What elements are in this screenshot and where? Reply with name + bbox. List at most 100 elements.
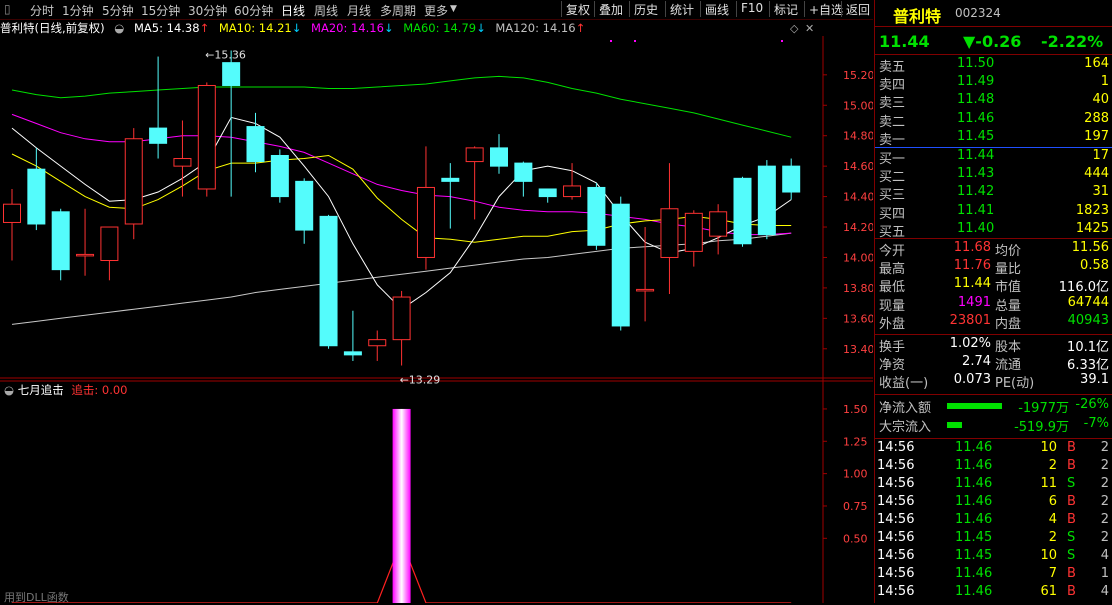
- last-price: 11.44: [879, 32, 930, 51]
- ma120-label: MA120: 14.16: [495, 21, 576, 35]
- kline-chart[interactable]: 15.20 15.00 14.80 14.60 14.40 14.20 14.00 13.80…: [0, 36, 873, 603]
- ma60-line: [11, 75, 792, 138]
- mark-button[interactable]: 标记: [769, 1, 798, 17]
- tick-volume: 61: [1040, 584, 1057, 599]
- stat-value: 64744: [1067, 294, 1109, 310]
- arrow-up-icon: ↑: [575, 21, 586, 35]
- tab-multi-period[interactable]: 多周期: [380, 2, 416, 19]
- candle: [173, 120, 192, 197]
- stat-value: 1491: [957, 294, 991, 310]
- stats-button[interactable]: 统计: [665, 1, 694, 17]
- stat-value: 23801: [949, 312, 991, 328]
- candle: [222, 50, 241, 197]
- candle: [538, 188, 557, 203]
- tick-side: S: [1067, 476, 1076, 491]
- tab-weekly[interactable]: 周线: [314, 2, 338, 19]
- stat-value: 40943: [1067, 312, 1109, 328]
- candle: [684, 210, 703, 267]
- bid-label: 买三: [879, 188, 906, 204]
- candle-body: [149, 127, 168, 144]
- diamond-icon[interactable]: ◇: [790, 22, 798, 35]
- chevron-down-icon[interactable]: ▼: [450, 4, 457, 14]
- candle: [3, 188, 21, 261]
- candle-body: [3, 203, 21, 223]
- candle: [660, 163, 679, 294]
- ask-volume: 164: [1084, 56, 1109, 71]
- y-tick-label: 13.60: [843, 312, 873, 325]
- tick-volume: 10: [1040, 440, 1057, 455]
- tick-count: 2: [1100, 530, 1109, 545]
- tab-more[interactable]: 更多: [424, 2, 448, 19]
- stat-label: 市值: [995, 280, 1022, 296]
- stock-code: 002324: [955, 6, 1001, 20]
- candle: [757, 160, 776, 240]
- history-button[interactable]: 历史: [629, 1, 658, 17]
- settings-circle-icon[interactable]: ◒: [114, 21, 124, 35]
- flow-bar: [947, 422, 962, 428]
- low-annotation: ←13.29: [400, 374, 441, 387]
- bid-price: 11.44: [957, 148, 995, 163]
- bid-volume: 31: [1092, 184, 1109, 200]
- ask-price: 11.45: [957, 128, 995, 144]
- settings-circle-icon[interactable]: ◒: [4, 383, 14, 397]
- overlay-button[interactable]: 叠加: [594, 1, 623, 17]
- candle: [100, 226, 119, 281]
- tick-time: 14:56: [877, 566, 915, 581]
- candle: [709, 204, 728, 255]
- draw-button[interactable]: 画线: [700, 1, 729, 17]
- candle-body: [416, 186, 435, 258]
- y-tick-label: 14.80: [843, 130, 873, 143]
- stat-value: 0.58: [1080, 258, 1109, 274]
- ma10-label: MA10: 14.21: [218, 21, 292, 35]
- candle: [611, 196, 630, 331]
- flow-value: -519.9万: [1014, 420, 1069, 435]
- stat-value: 2.74: [962, 354, 991, 370]
- close-icon[interactable]: ✕: [805, 22, 814, 35]
- tab-30min[interactable]: 30分钟: [188, 2, 227, 19]
- tab-daily[interactable]: 日线: [281, 2, 305, 19]
- candle-body: [343, 351, 362, 356]
- add-watchlist-button[interactable]: +自选: [804, 1, 843, 17]
- bid-label: 买二: [879, 170, 906, 186]
- candle: [149, 56, 168, 159]
- ask-price: 11.46: [957, 110, 995, 126]
- tab-15min[interactable]: 15分钟: [141, 2, 180, 19]
- candle: [563, 163, 582, 200]
- tick-price: 11.46: [955, 584, 993, 599]
- stat-label: 均价: [995, 244, 1022, 259]
- tab-1min[interactable]: 1分钟: [62, 2, 94, 19]
- candle-body: [709, 211, 728, 237]
- tab-fenshi[interactable]: 分时: [30, 2, 54, 19]
- y-tick-label: 0.50: [843, 532, 868, 545]
- candle-body: [490, 147, 508, 167]
- tick-count: 2: [1100, 476, 1109, 491]
- back-button[interactable]: 返回: [841, 1, 870, 17]
- candle: [392, 290, 411, 366]
- indicator-pane: 1.50 1.25 1.00 0.75 0.50: [12, 403, 868, 603]
- indicator-title-line: ◒ 七月追击 追击: 0.00: [4, 382, 128, 398]
- ask-label: 卖四: [879, 78, 906, 94]
- flow-pct: -26%: [1075, 397, 1109, 412]
- stat-label: PE(动): [995, 376, 1035, 392]
- marker-dot: [634, 40, 636, 42]
- tick-volume: 11: [1040, 476, 1057, 491]
- fuquan-button[interactable]: 复权: [561, 1, 590, 17]
- bid-label: 买四: [879, 206, 906, 222]
- stat-label: 最低: [879, 280, 906, 296]
- marker-dot: [610, 40, 612, 42]
- candle: [76, 208, 95, 276]
- tick-count: 2: [1100, 440, 1109, 455]
- tick-side: S: [1067, 548, 1076, 563]
- y-tick-label: 14.40: [843, 191, 873, 204]
- stat-label: 现量: [879, 298, 906, 314]
- tab-5min[interactable]: 5分钟: [102, 2, 134, 19]
- tab-monthly[interactable]: 月线: [347, 2, 371, 19]
- collapse-icon[interactable]: ▯: [4, 2, 11, 16]
- stat-label: 外盘: [879, 316, 906, 332]
- tick-price: 11.46: [955, 512, 993, 527]
- f10-button[interactable]: F10: [736, 1, 763, 17]
- tick-time: 14:56: [877, 530, 915, 545]
- tick-price: 11.46: [955, 566, 993, 581]
- y-tick-label: 1.50: [843, 403, 868, 416]
- tab-60min[interactable]: 60分钟: [234, 2, 273, 19]
